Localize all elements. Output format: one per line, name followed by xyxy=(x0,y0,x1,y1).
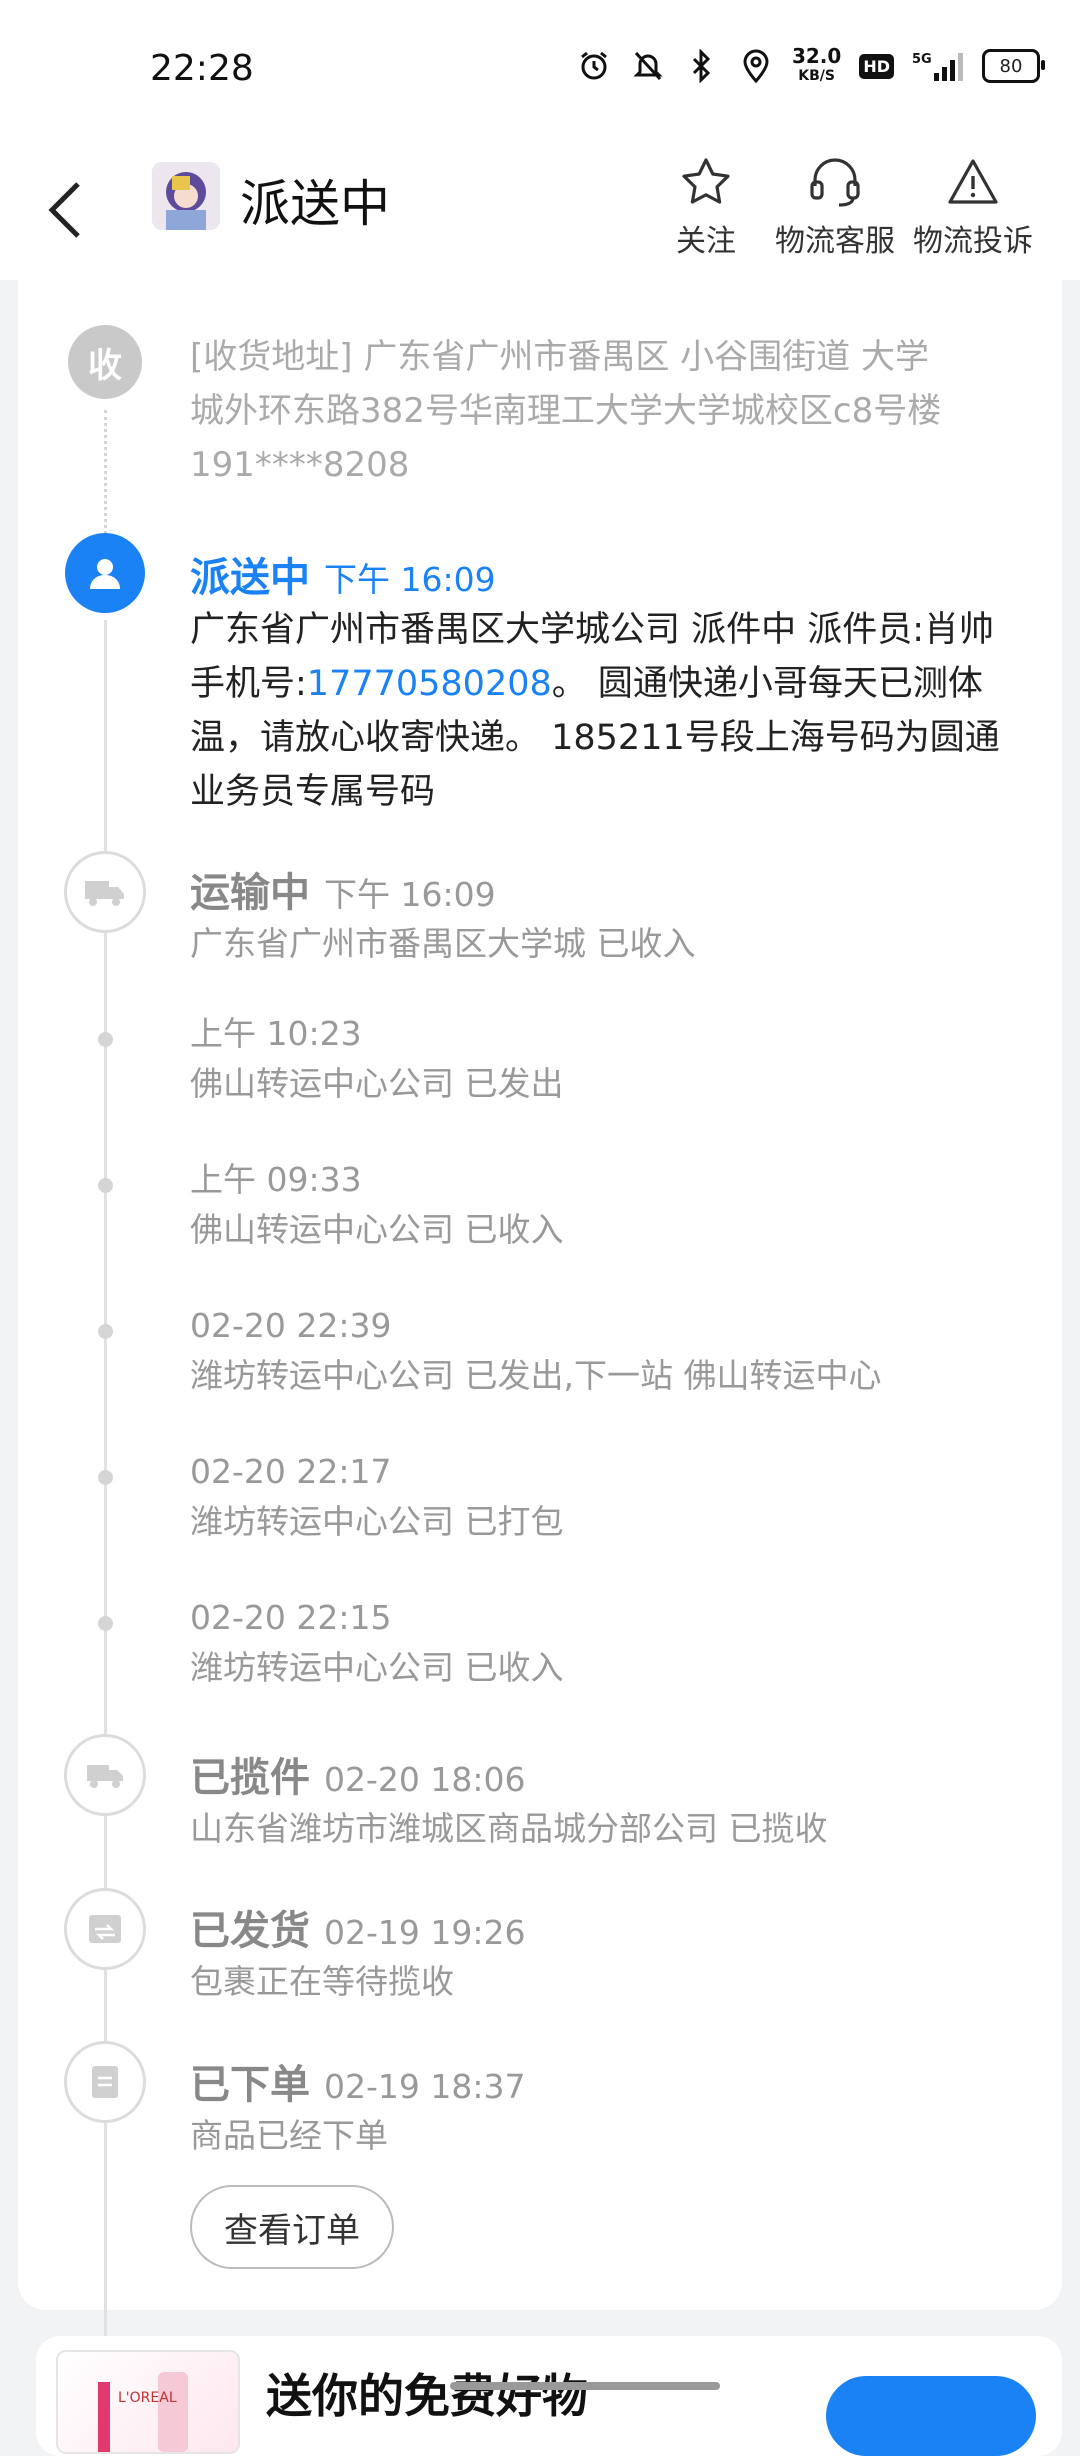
alarm-icon xyxy=(576,48,612,84)
timeline-entry: 上午 09:33 佛山转运中心公司 已收入 xyxy=(190,1156,1022,1256)
entry-description: 潍坊转运中心公司 已发出,下一站 佛山转运中心 xyxy=(190,1356,882,1395)
entry-description: 潍坊转运中心公司 已打包 xyxy=(190,1502,564,1541)
address-line: 城外环东路382号华南理工大学大学城校区c8号楼 xyxy=(190,391,942,431)
delivery-address: [收货地址] 广东省广州市番禺区 小谷围街道 大学 城外环东路382号华南理工大… xyxy=(190,330,992,492)
entry-title: 运输中 xyxy=(190,870,310,916)
entry-description: 山东省潍坊市潍城区商品城分部公司 已揽收 xyxy=(190,1809,828,1848)
entry-time: 02-19 18:37 xyxy=(324,2067,526,2106)
entry-time: 02-19 19:26 xyxy=(324,1913,526,1952)
promo-brand-text: L'OREAL xyxy=(118,2390,177,2406)
bluetooth-icon xyxy=(684,48,720,84)
truck-icon xyxy=(64,851,146,933)
promo-title: 送你的免费好物 xyxy=(266,2369,588,2423)
tracking-card: 收 [收货地址] 广东省广州市番禺区 小谷围街道 大学 城外环东路382号华南理… xyxy=(18,280,1062,2360)
shipped-box-icon xyxy=(64,1888,146,1970)
courier-person-icon xyxy=(65,533,145,613)
page-title: 派送中 xyxy=(240,175,390,233)
signal-5g-icon: 5G xyxy=(912,48,964,84)
network-speed: 32.0 KB/S xyxy=(791,44,842,84)
courier-phone-link[interactable]: 17770580208 xyxy=(307,664,552,704)
entry-time: 下午 16:09 xyxy=(324,560,496,599)
back-button[interactable] xyxy=(36,170,96,250)
timeline-dot xyxy=(98,1470,113,1485)
pickup-truck-icon xyxy=(64,1734,146,1816)
entry-time: 02-20 22:15 xyxy=(190,1598,392,1637)
logistics-complaint-label: 物流投诉 xyxy=(913,224,1033,259)
timeline-dot xyxy=(98,1616,113,1631)
promo-banner[interactable]: L'OREAL 送你的免费好物 xyxy=(36,2336,1062,2456)
address-phone: 191****8208 xyxy=(190,445,410,485)
svg-text:5G: 5G xyxy=(912,52,932,67)
timeline-dot xyxy=(98,1178,113,1193)
timeline-entry-delivering: 派送中 下午 16:09 广东省广州市番禺区大学城公司 派件中 派件员:肖帅 手机… xyxy=(190,545,1022,819)
entry-description: 佛山转运中心公司 已收入 xyxy=(190,1210,564,1249)
timeline-entry: 上午 10:23 佛山转运中心公司 已发出 xyxy=(190,1010,1022,1110)
entry-description: 佛山转运中心公司 已发出 xyxy=(190,1064,564,1103)
order-document-icon xyxy=(64,2041,146,2123)
warning-icon xyxy=(948,159,998,204)
headset-icon xyxy=(810,158,860,207)
logistics-complaint-button[interactable]: 物流投诉 xyxy=(903,150,1043,260)
status-icons: 32.0 KB/S HD 5G 80 xyxy=(576,44,1045,86)
timeline-entry-shipped: 已发货 02-19 19:26 包裹正在等待揽收 xyxy=(190,1898,1022,2008)
timeline-entry: 02-20 22:39 潍坊转运中心公司 已发出,下一站 佛山转运中心 xyxy=(190,1302,1022,1402)
entry-description: 商品已经下单 xyxy=(190,2116,388,2155)
timeline-entry-transit: 运输中 下午 16:09 广东省广州市番禺区大学城 已收入 xyxy=(190,860,1022,970)
header: 派送中 关注 物流客服 物流投诉 xyxy=(0,140,1080,280)
entry-title: 已揽件 xyxy=(190,1755,310,1801)
entry-title: 派送中 xyxy=(190,555,310,601)
entry-description: 潍坊转运中心公司 已收入 xyxy=(190,1648,564,1687)
star-icon xyxy=(682,158,730,204)
timeline-entry: 02-20 22:17 潍坊转运中心公司 已打包 xyxy=(190,1448,1022,1548)
entry-time: 上午 10:23 xyxy=(190,1014,362,1053)
timeline-entry-picked-up: 已揽件 02-20 18:06 山东省潍坊市潍城区商品城分部公司 已揽收 xyxy=(190,1745,1022,1855)
entry-description: 广东省广州市番禺区大学城公司 派件中 派件员:肖帅 手机号:1777058020… xyxy=(190,610,1000,812)
promo-product-image[interactable]: L'OREAL xyxy=(56,2350,240,2454)
timeline-dashed-line xyxy=(104,410,107,540)
entry-time: 02-20 22:39 xyxy=(190,1306,392,1345)
follow-button[interactable]: 关注 xyxy=(636,150,776,260)
status-bar: 22:28 32.0 KB/S HD 5G 80 xyxy=(0,0,1080,140)
entry-title: 已下单 xyxy=(190,2062,310,2108)
timeline-entry: 02-20 22:15 潍坊转运中心公司 已收入 xyxy=(190,1594,1022,1694)
entry-time: 上午 09:33 xyxy=(190,1160,362,1199)
timeline-dot xyxy=(98,1032,113,1047)
timeline-entry-ordered: 已下单 02-19 18:37 商品已经下单 xyxy=(190,2052,1022,2162)
mute-bell-icon xyxy=(630,48,666,84)
entry-description: 广东省广州市番禺区大学城 已收入 xyxy=(190,924,696,963)
battery-indicator: 80 xyxy=(982,49,1045,83)
product-thumbnail[interactable] xyxy=(152,162,220,230)
entry-time: 下午 16:09 xyxy=(324,875,496,914)
chevron-left-icon xyxy=(48,182,80,238)
entry-time: 02-20 18:06 xyxy=(324,1760,526,1799)
receive-node-icon: 收 xyxy=(68,325,142,399)
entry-time: 02-20 22:17 xyxy=(190,1452,392,1491)
hd-icon: HD xyxy=(859,53,894,79)
status-time: 22:28 xyxy=(150,48,254,89)
location-icon xyxy=(738,48,774,84)
logistics-service-button[interactable]: 物流客服 xyxy=(765,150,905,260)
home-indicator[interactable] xyxy=(450,2382,720,2390)
timeline-dot xyxy=(98,1324,113,1339)
logistics-service-label: 物流客服 xyxy=(775,224,895,259)
promo-action-button[interactable] xyxy=(826,2376,1036,2456)
view-order-button[interactable]: 查看订单 xyxy=(190,2185,394,2269)
entry-description: 包裹正在等待揽收 xyxy=(190,1962,454,2001)
entry-title: 已发货 xyxy=(190,1908,310,1954)
address-line: [收货地址] 广东省广州市番禺区 小谷围街道 大学 xyxy=(190,337,929,377)
follow-label: 关注 xyxy=(676,224,736,259)
